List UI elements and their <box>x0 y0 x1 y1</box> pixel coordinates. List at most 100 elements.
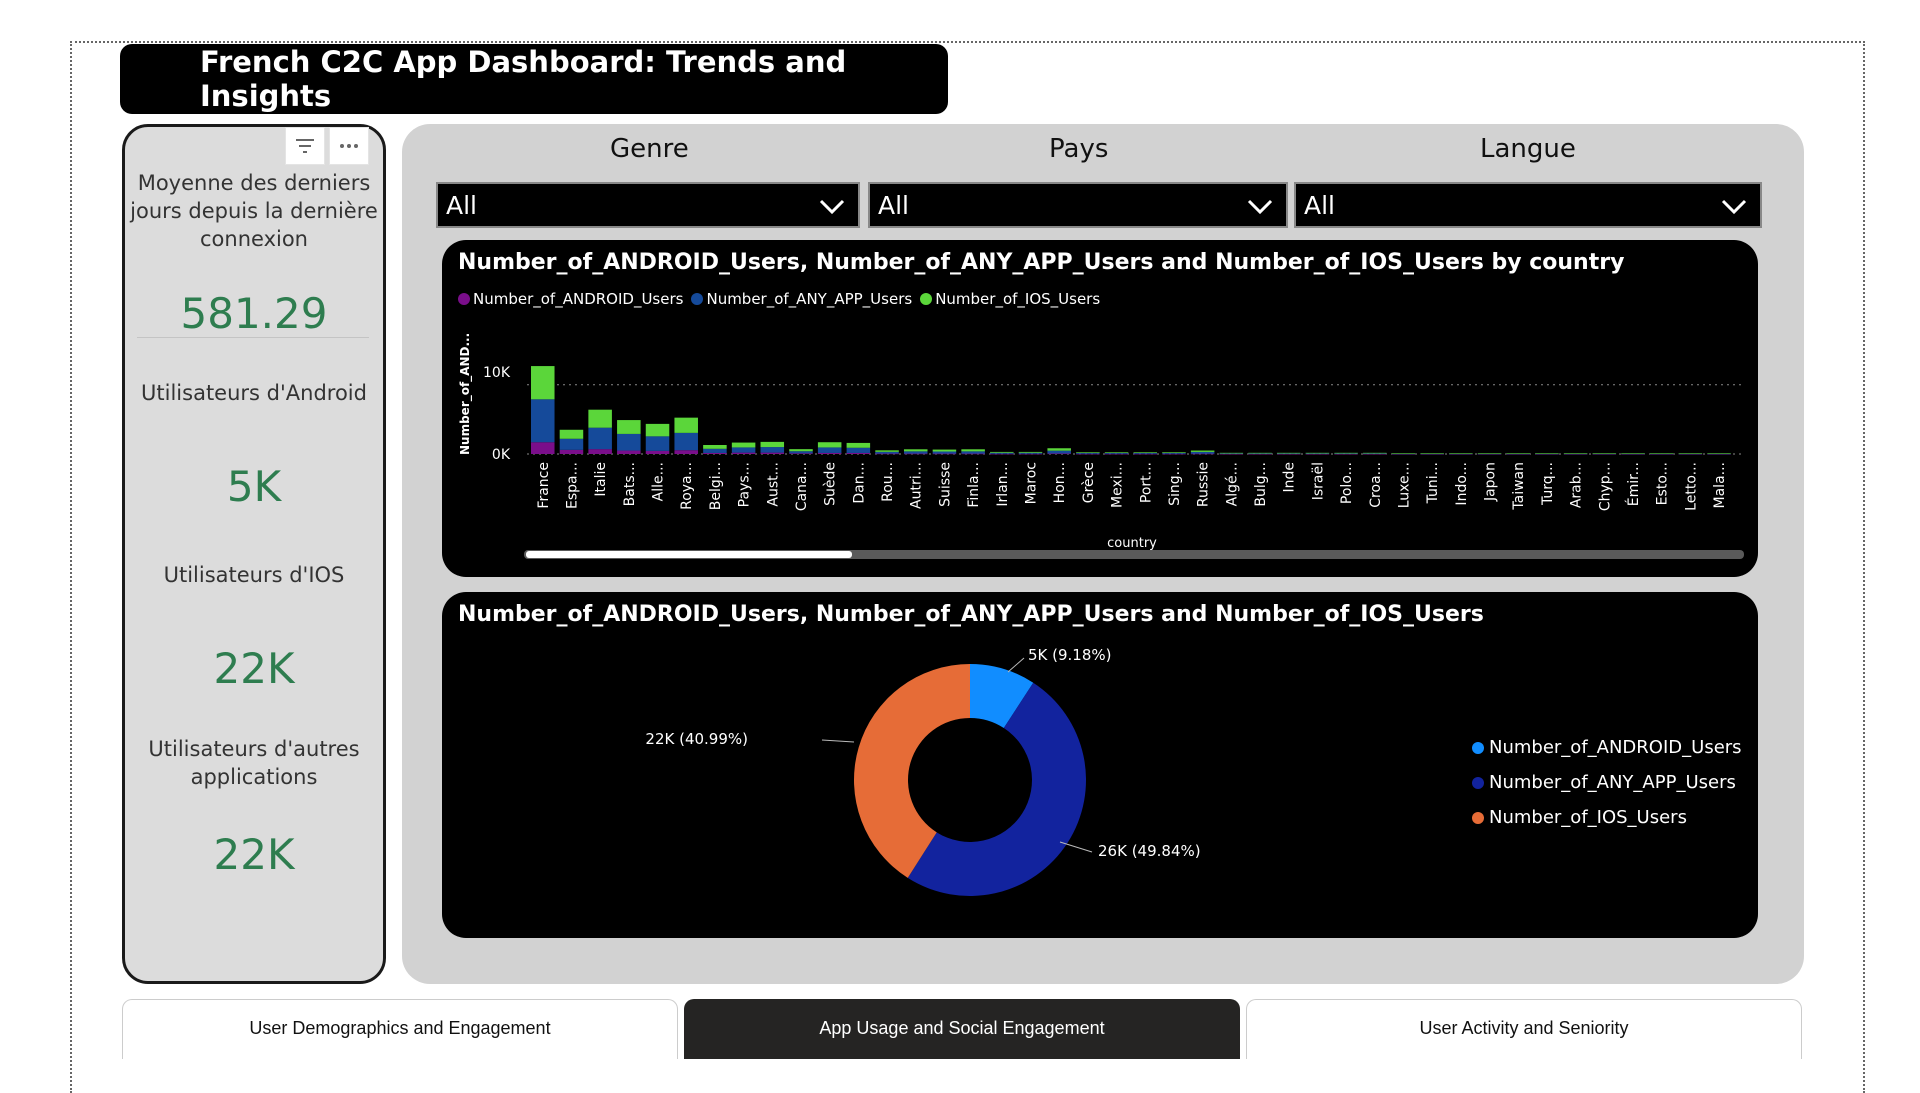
bar-segment[interactable] <box>760 447 785 453</box>
bar-segment[interactable] <box>1420 453 1444 454</box>
bar-segment[interactable] <box>846 452 871 454</box>
bar-segment[interactable] <box>1334 453 1358 455</box>
bar-chart-plot[interactable]: Number_of_AND... 10K 0K country France Es… <box>442 240 1758 577</box>
bar-segment[interactable] <box>1190 453 1215 455</box>
bar-chart-card[interactable]: Number_of_ANDROID_Users, Number_of_ANY_A… <box>442 240 1758 577</box>
bar-segment[interactable] <box>875 450 899 452</box>
bar-segment[interactable] <box>1047 450 1071 454</box>
bar-segment[interactable] <box>932 449 957 452</box>
bar-segment[interactable] <box>617 450 641 454</box>
bar-segment[interactable] <box>559 438 584 450</box>
bar-segment[interactable] <box>1535 453 1559 454</box>
bar-segment[interactable] <box>674 417 698 433</box>
bar-segment[interactable] <box>1018 451 1043 453</box>
tab-user-activity[interactable]: User Activity and Seniority <box>1246 999 1802 1059</box>
bar-segment[interactable] <box>1506 453 1531 454</box>
bar-segment[interactable] <box>875 451 899 454</box>
tab-app-usage[interactable]: App Usage and Social Engagement <box>684 999 1240 1059</box>
bar-segment[interactable] <box>789 451 813 454</box>
bar-segment[interactable] <box>1104 452 1129 454</box>
bar-segment[interactable] <box>559 429 584 439</box>
bar-segment[interactable] <box>1219 452 1244 454</box>
bar-segment[interactable] <box>703 448 727 453</box>
bar-segment[interactable] <box>1162 453 1186 455</box>
pays-dropdown[interactable]: All <box>868 182 1288 228</box>
bar-segment[interactable] <box>559 449 584 454</box>
bar-segment[interactable] <box>1621 453 1645 454</box>
bar-segment[interactable] <box>1133 452 1158 454</box>
langue-dropdown[interactable]: All <box>1294 182 1762 228</box>
bar-segment[interactable] <box>1076 452 1100 453</box>
bar-segment[interactable] <box>1190 451 1215 454</box>
bar-segment[interactable] <box>1047 448 1071 451</box>
bar-segment[interactable] <box>1248 453 1272 455</box>
bar-segment[interactable] <box>703 445 727 449</box>
bar-segment[interactable] <box>703 452 727 454</box>
bar-segment[interactable] <box>1276 452 1301 454</box>
bar-segment[interactable] <box>1391 453 1416 454</box>
bar-segment[interactable] <box>846 447 871 453</box>
bar-segment[interactable] <box>817 447 842 453</box>
bar-segment[interactable] <box>903 453 928 455</box>
bar-segment[interactable] <box>961 453 985 455</box>
bar-segment[interactable] <box>1104 452 1129 453</box>
bar-segment[interactable] <box>760 452 785 454</box>
bar-segment[interactable] <box>1449 453 1473 454</box>
bar-segment[interactable] <box>531 399 555 443</box>
bar-segment[interactable] <box>531 366 555 400</box>
bar-segment[interactable] <box>990 452 1014 454</box>
legend-item-any-app[interactable]: Number_of_ANY_APP_Users <box>1472 765 1742 800</box>
bar-segment[interactable] <box>903 449 928 452</box>
genre-dropdown[interactable]: All <box>436 182 860 228</box>
bar-segment[interactable] <box>990 453 1014 455</box>
bar-segment[interactable] <box>875 453 899 455</box>
bar-segment[interactable] <box>1018 453 1043 455</box>
more-options-icon[interactable] <box>329 127 369 165</box>
bar-segment[interactable] <box>1563 453 1588 454</box>
bar-segment[interactable] <box>1707 453 1731 454</box>
bar-segment[interactable] <box>645 423 670 437</box>
bar-segment[interactable] <box>1334 452 1358 454</box>
bar-segment[interactable] <box>1678 453 1703 454</box>
bar-segment[interactable] <box>1219 453 1244 455</box>
bar-segment[interactable] <box>903 451 928 454</box>
legend-item-ios[interactable]: Number_of_IOS_Users <box>1472 800 1742 835</box>
bar-segment[interactable] <box>1104 453 1129 455</box>
bar-segment[interactable] <box>588 427 612 450</box>
bar-segment[interactable] <box>1363 452 1387 454</box>
bar-segment[interactable] <box>1076 453 1100 455</box>
bar-segment[interactable] <box>1649 453 1674 454</box>
bar-segment[interactable] <box>817 452 842 454</box>
bar-segment[interactable] <box>617 420 641 434</box>
bar-segment[interactable] <box>1305 453 1330 455</box>
bar-segment[interactable] <box>932 453 957 455</box>
scrollbar-thumb[interactable] <box>526 551 852 558</box>
bar-segment[interactable] <box>789 453 813 454</box>
bar-segment[interactable] <box>789 449 813 452</box>
bar-segment[interactable] <box>1076 452 1100 454</box>
bar-segment[interactable] <box>1363 453 1387 455</box>
bar-segment[interactable] <box>932 451 957 454</box>
tab-user-demographics[interactable]: User Demographics and Engagement <box>122 999 678 1059</box>
bar-segment[interactable] <box>1133 452 1158 453</box>
bar-segment[interactable] <box>588 449 612 454</box>
bar-segment[interactable] <box>617 433 641 451</box>
bar-segment[interactable] <box>990 451 1014 453</box>
bar-segment[interactable] <box>1248 452 1272 454</box>
bar-segment[interactable] <box>645 450 670 454</box>
bar-segment[interactable] <box>760 441 785 448</box>
bar-segment[interactable] <box>1133 453 1158 455</box>
bar-segment[interactable] <box>1305 452 1330 454</box>
bar-segment[interactable] <box>1477 453 1502 454</box>
bar-segment[interactable] <box>817 442 842 448</box>
bar-segment[interactable] <box>1162 452 1186 453</box>
bar-segment[interactable] <box>731 452 756 454</box>
bar-segment[interactable] <box>674 432 698 451</box>
bar-segment[interactable] <box>1047 453 1071 455</box>
bar-segment[interactable] <box>1018 452 1043 454</box>
bar-segment[interactable] <box>1276 453 1301 455</box>
bar-segment[interactable] <box>846 442 871 448</box>
bar-segment[interactable] <box>1190 450 1215 452</box>
bar-segment[interactable] <box>731 447 756 453</box>
bar-segment[interactable] <box>731 442 756 448</box>
